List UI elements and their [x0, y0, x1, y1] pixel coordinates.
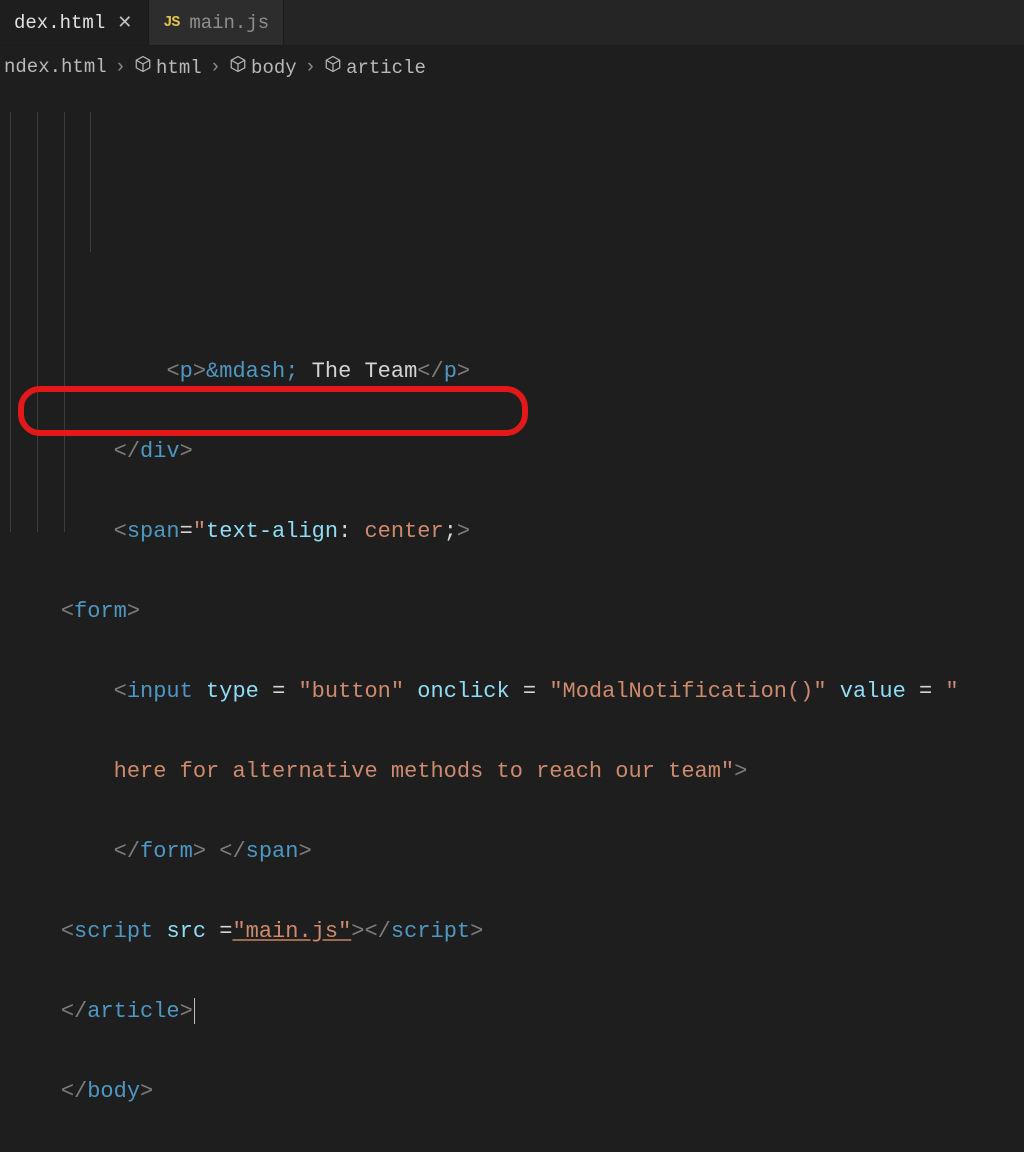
tab-main-js[interactable]: JS main.js [149, 0, 284, 45]
text-cursor [194, 998, 195, 1024]
code-line: here for alternative methods to reach ou… [8, 752, 1024, 792]
tab-bar: dex.html ✕ JS main.js [0, 0, 1024, 46]
breadcrumb: ndex.html › html › body › article [0, 46, 1024, 88]
cube-icon [229, 55, 247, 73]
cube-icon [134, 55, 152, 73]
code-line: <input type = "button" onclick = "ModalN… [8, 672, 1024, 712]
tab-label: main.js [189, 12, 269, 34]
cube-icon [324, 55, 342, 73]
code-line: <p>&mdash; The Team</p> [8, 352, 1024, 392]
tab-index-html[interactable]: dex.html ✕ [0, 0, 149, 45]
breadcrumb-item[interactable]: article [324, 55, 426, 79]
code-line: <span="text-align: center;> [8, 512, 1024, 552]
code-editor[interactable]: <p>&mdash; The Team</p> </div> <span="te… [0, 88, 1024, 1152]
breadcrumb-item[interactable]: body [229, 55, 297, 79]
code-line: </form> </span> [8, 832, 1024, 872]
code-line: <form> [8, 592, 1024, 632]
chevron-right-icon: › [210, 56, 221, 78]
close-icon[interactable]: ✕ [115, 12, 134, 34]
code-line: </div> [8, 432, 1024, 472]
chevron-right-icon: › [115, 56, 126, 78]
js-icon: JS [163, 14, 179, 31]
highlight-callout [18, 386, 528, 436]
code-line: <script src ="main.js"></script> [8, 912, 1024, 952]
breadcrumb-item[interactable]: ndex.html [4, 56, 107, 78]
code-line: </article> [8, 992, 1024, 1032]
tab-label: dex.html [14, 12, 105, 34]
breadcrumb-item[interactable]: html [134, 55, 202, 79]
chevron-right-icon: › [305, 56, 316, 78]
code-line: </body> [8, 1072, 1024, 1112]
